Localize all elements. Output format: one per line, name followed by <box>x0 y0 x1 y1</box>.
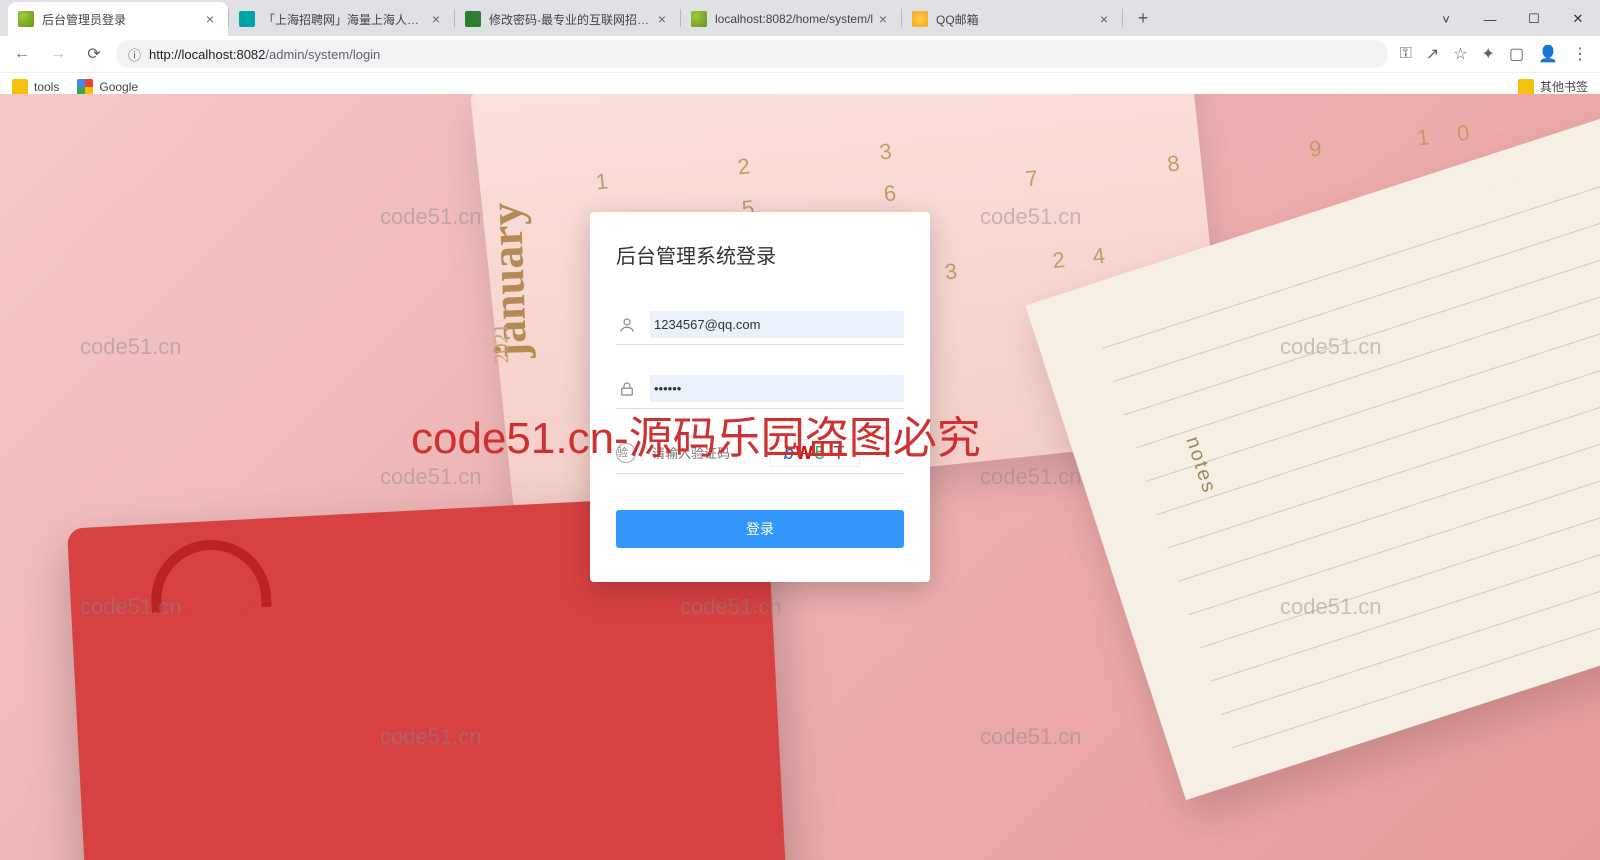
page-content: 1 2 3 4 5 6 7 8 9 10 17 21 22 23 24 janu… <box>0 94 1600 860</box>
folder-icon <box>12 79 28 95</box>
close-icon[interactable]: × <box>875 11 891 27</box>
bookmark-google[interactable]: Google <box>77 79 138 95</box>
address-bar[interactable]: ⓘ http://localhost:8082/admin/system/log… <box>116 40 1388 68</box>
tab-title: QQ邮箱 <box>936 11 1096 28</box>
toolbar-icons: ⚿ ↗ ☆ ✦ ▢ 👤 ⋮ <box>1396 44 1592 64</box>
tabs-dropdown-icon[interactable]: ˅ <box>1424 12 1468 27</box>
tab-localhost-home[interactable]: localhost:8082/home/system/l × <box>681 2 901 36</box>
back-button[interactable]: ← <box>8 40 36 68</box>
bookmark-label: 其他书签 <box>1540 78 1588 95</box>
username-input[interactable] <box>650 311 904 338</box>
close-icon[interactable]: × <box>202 11 218 27</box>
url-path: /admin/system/login <box>265 47 380 62</box>
password-key-icon[interactable]: ⚿ <box>1400 45 1412 63</box>
minimize-button[interactable]: — <box>1468 12 1512 27</box>
login-title: 后台管理系统登录 <box>616 240 904 269</box>
close-icon[interactable]: × <box>1096 11 1112 27</box>
username-row <box>616 305 904 345</box>
leaf-icon <box>691 11 707 27</box>
forward-button[interactable]: → <box>44 40 72 68</box>
profile-icon[interactable]: 👤 <box>1538 44 1558 64</box>
maximize-button[interactable]: ☐ <box>1512 11 1556 27</box>
extensions-icon[interactable]: ✦ <box>1482 44 1495 64</box>
tab-qq-mail[interactable]: QQ邮箱 × <box>902 2 1122 36</box>
tab-title: 「上海招聘网」海量上海人才招聘 <box>263 11 428 28</box>
tab-separator <box>1122 9 1123 27</box>
password-input[interactable] <box>650 375 904 402</box>
tab-title: 修改密码-最专业的互联网招聘平 <box>489 11 654 28</box>
google-icon <box>77 79 93 95</box>
url-text: http://localhost:8082/admin/system/login <box>149 47 380 62</box>
tab-shanghai-jobs[interactable]: 「上海招聘网」海量上海人才招聘 × <box>229 2 454 36</box>
bookmark-star-icon[interactable]: ☆ <box>1453 44 1467 64</box>
share-icon[interactable]: ↗ <box>1426 44 1439 64</box>
tabs-row: 后台管理员登录 × 「上海招聘网」海量上海人才招聘 × 修改密码-最专业的互联网… <box>0 0 1600 36</box>
site-l-icon <box>465 11 481 27</box>
tab-title: 后台管理员登录 <box>42 11 202 28</box>
qq-icon <box>912 11 928 27</box>
window-controls: ˅ — ☐ ✕ <box>1424 2 1600 36</box>
captcha-row: 验 bW5 T <box>616 433 904 474</box>
browser-chrome: 后台管理员登录 × 「上海招聘网」海量上海人才招聘 × 修改密码-最专业的互联网… <box>0 0 1600 94</box>
url-scheme: http:// <box>149 47 182 62</box>
close-icon[interactable]: × <box>428 11 444 27</box>
site-b-icon <box>239 11 255 27</box>
site-info-icon[interactable]: ⓘ <box>128 45 141 64</box>
url-host: localhost <box>182 47 233 62</box>
captcha-image[interactable]: bW5 T <box>770 439 860 467</box>
close-icon[interactable]: × <box>654 11 670 27</box>
other-bookmarks[interactable]: 其他书签 <box>1518 78 1588 95</box>
password-row <box>616 369 904 409</box>
window-close-button[interactable]: ✕ <box>1556 11 1600 27</box>
year-label: 2021 <box>490 323 514 364</box>
address-row: ← → ⟳ ⓘ http://localhost:8082/admin/syst… <box>0 36 1600 72</box>
tab-admin-login[interactable]: 后台管理员登录 × <box>8 2 228 36</box>
menu-icon[interactable]: ⋮ <box>1572 44 1588 64</box>
lock-icon <box>616 378 638 400</box>
captcha-icon: 验 <box>616 443 636 463</box>
reload-button[interactable]: ⟳ <box>80 40 108 68</box>
login-button[interactable]: 登录 <box>616 510 904 548</box>
tab-title: localhost:8082/home/system/l <box>715 12 875 26</box>
bookmark-label: tools <box>34 80 59 94</box>
user-icon <box>616 314 638 336</box>
bookmark-label: Google <box>99 80 138 94</box>
folder-icon <box>1518 79 1534 95</box>
url-port: :8082 <box>233 47 266 62</box>
sidepanel-icon[interactable]: ▢ <box>1509 44 1524 64</box>
login-form: 后台管理系统登录 验 bW5 T 登录 <box>590 212 930 582</box>
leaf-icon <box>18 11 34 27</box>
bookmark-tools[interactable]: tools <box>12 79 59 95</box>
new-tab-button[interactable]: + <box>1129 4 1157 32</box>
captcha-input[interactable] <box>648 440 758 467</box>
tab-change-password[interactable]: 修改密码-最专业的互联网招聘平 × <box>455 2 680 36</box>
